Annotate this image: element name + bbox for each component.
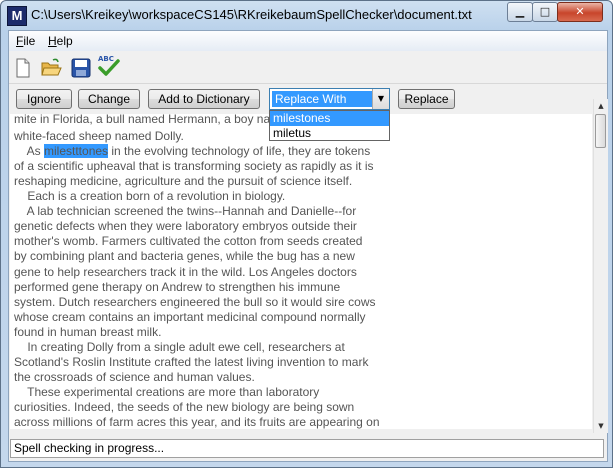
document-text-area[interactable]: mite in Florida, a bull named Hermann, a… <box>10 114 592 429</box>
document-line: of a scientific upheaval that is transfo… <box>14 159 374 174</box>
scroll-thumb[interactable] <box>595 114 606 148</box>
minimize-button[interactable]: ▁ <box>507 2 533 22</box>
document-line: curiosities. Indeed, the seeds of the ne… <box>14 399 355 414</box>
menu-help-mnemonic: H <box>48 34 57 48</box>
document-line: across millions of farm acres this year,… <box>14 415 380 429</box>
change-button[interactable]: Change <box>78 89 140 109</box>
save-disk-icon[interactable] <box>70 57 92 79</box>
document-line: the crossroads of science and human valu… <box>14 369 255 384</box>
document-line: found in human breast milk. <box>14 324 162 339</box>
window-title: C:\Users\Kreikey\workspaceCS145\RKreikeb… <box>31 7 472 22</box>
title-bar[interactable]: M C:\Users\Kreikey\workspaceCS145\RKreik… <box>1 1 612 29</box>
menu-file[interactable]: File <box>16 34 35 48</box>
document-line: whose cream contains an important medici… <box>14 309 366 324</box>
replace-with-value: Replace With <box>272 91 372 107</box>
replace-button[interactable]: Replace <box>398 89 455 109</box>
new-file-icon[interactable] <box>12 57 34 79</box>
application-window: M C:\Users\Kreikey\workspaceCS145\RKreik… <box>0 0 613 468</box>
document-line: system. Dutch researchers engineered the… <box>14 294 376 309</box>
add-to-dictionary-button[interactable]: Add to Dictionary <box>148 89 260 109</box>
misspelled-word-highlight[interactable]: milestttones <box>44 144 109 159</box>
line-text: in the evolving technology of life, they… <box>108 144 371 159</box>
client-area: File Help ABC Ignore Change Add to Dicti… <box>8 30 608 462</box>
document-line: Each is a creation born of a revolution … <box>14 189 286 204</box>
scroll-up-icon[interactable]: ▲ <box>594 99 608 113</box>
toolbar: ABC <box>9 51 607 84</box>
document-line: white-faced sheep named Dolly. <box>14 129 184 144</box>
line-text: As <box>14 144 45 159</box>
replace-options-dropdown: milestones miletus <box>269 110 390 141</box>
status-bar: Spell checking in progress... <box>10 439 604 458</box>
open-folder-icon[interactable] <box>40 57 62 79</box>
document-line: These experimental creations are more th… <box>14 384 320 399</box>
vertical-scrollbar[interactable]: ▲ ▼ <box>593 99 608 433</box>
document-line: gene to help researchers track it in the… <box>14 264 357 279</box>
document-line: Scotland's Roslin Institute crafted the … <box>14 354 369 369</box>
document-line: performed gene therapy on Andrew to stre… <box>14 279 341 294</box>
document-line: by combining plant and bacteria genes, w… <box>14 249 355 264</box>
close-button[interactable]: ✕ <box>557 2 603 22</box>
document-line: mother's womb. Farmers cultivated the co… <box>14 234 363 249</box>
document-line: genetic defects when they were laborator… <box>14 219 357 234</box>
menu-help[interactable]: Help <box>48 34 73 48</box>
menu-bar: File Help <box>9 31 607 51</box>
app-icon[interactable]: M <box>7 6 27 26</box>
ignore-button[interactable]: Ignore <box>16 89 72 109</box>
status-text: Spell checking in progress... <box>14 441 165 455</box>
scroll-down-icon[interactable]: ▼ <box>594 419 608 433</box>
spell-check-icon-text: ABC <box>98 55 114 63</box>
menu-file-label: ile <box>23 34 36 48</box>
menu-help-label: elp <box>56 34 73 48</box>
maximize-button[interactable]: □ <box>532 2 558 22</box>
document-line: mite in Florida, a bull named Hermann, a… <box>14 114 294 126</box>
replace-option[interactable]: milestones <box>270 111 389 126</box>
document-line: A lab technician screened the twins--Han… <box>14 204 357 219</box>
replace-with-combo[interactable]: Replace With ▼ <box>269 88 390 110</box>
document-line: reshaping medicine, agriculture and the … <box>14 174 353 189</box>
spell-check-icon[interactable]: ABC <box>97 53 120 76</box>
document-line: In creating Dolly from a single adult ew… <box>14 339 345 354</box>
replace-option[interactable]: miletus <box>270 126 389 141</box>
chevron-down-icon[interactable]: ▼ <box>372 89 389 109</box>
document-line: As milestttones in the evolving technolo… <box>14 144 370 159</box>
